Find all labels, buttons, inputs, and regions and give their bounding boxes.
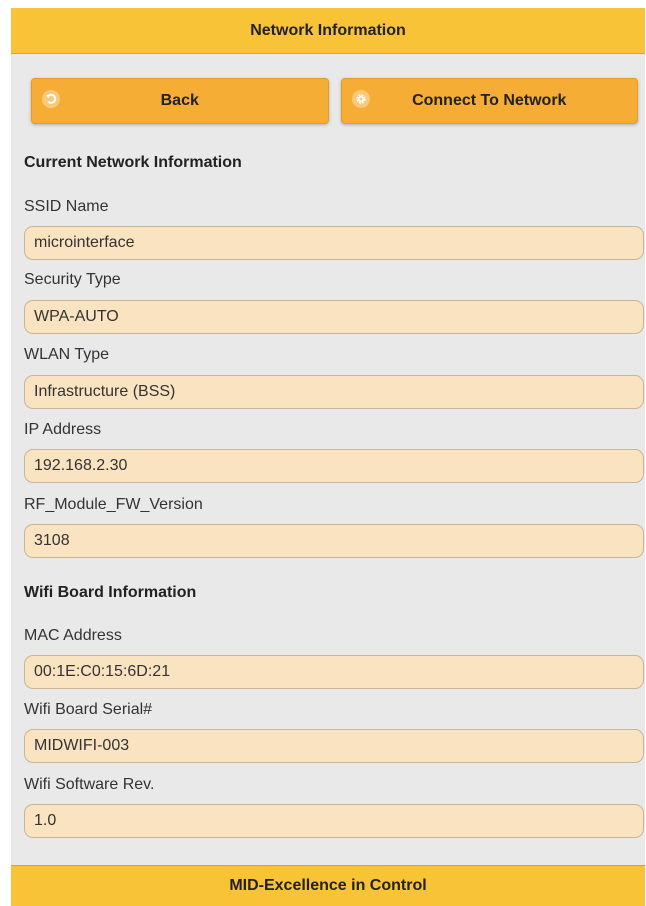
back-button-label: Back (160, 92, 199, 109)
footer-text: MID-Excellence in Control (229, 877, 427, 894)
mac-address-field[interactable] (24, 655, 644, 689)
wlan-type-label: WLAN Type (24, 346, 110, 363)
mac-address-label: MAC Address (24, 627, 122, 644)
footer-bar: MID-Excellence in Control (11, 865, 645, 906)
gear-icon (351, 90, 370, 108)
security-type-field[interactable] (24, 300, 644, 334)
wlan-type-field[interactable] (24, 375, 644, 409)
wifi-software-rev-label: Wifi Software Rev. (24, 776, 155, 793)
back-arrow-icon (42, 90, 60, 108)
ssid-name-field[interactable] (24, 226, 644, 260)
header-bar: Network Information (11, 8, 645, 54)
wifi-board-heading: Wifi Board Information (24, 584, 197, 601)
rf-module-fw-version-field[interactable] (24, 524, 644, 558)
wifi-software-rev-field[interactable] (24, 804, 644, 838)
rf-module-fw-version-label: RF_Module_FW_Version (24, 496, 203, 513)
connect-to-network-label: Connect To Network (412, 92, 567, 109)
app-container: Network Information Back Connect To Netw… (11, 8, 645, 906)
page-title: Network Information (250, 21, 406, 39)
toolbar: Back Connect To Network (31, 78, 638, 124)
ip-address-label: IP Address (24, 421, 102, 438)
wifi-board-serial-field[interactable] (24, 729, 644, 763)
security-type-label: Security Type (24, 271, 121, 288)
ip-address-field[interactable] (24, 449, 644, 483)
connect-to-network-button[interactable]: Connect To Network (340, 78, 638, 124)
ssid-name-label: SSID Name (24, 198, 109, 215)
current-network-heading: Current Network Information (24, 154, 242, 171)
wifi-board-serial-label: Wifi Board Serial# (24, 701, 153, 718)
back-button[interactable]: Back (31, 78, 329, 124)
